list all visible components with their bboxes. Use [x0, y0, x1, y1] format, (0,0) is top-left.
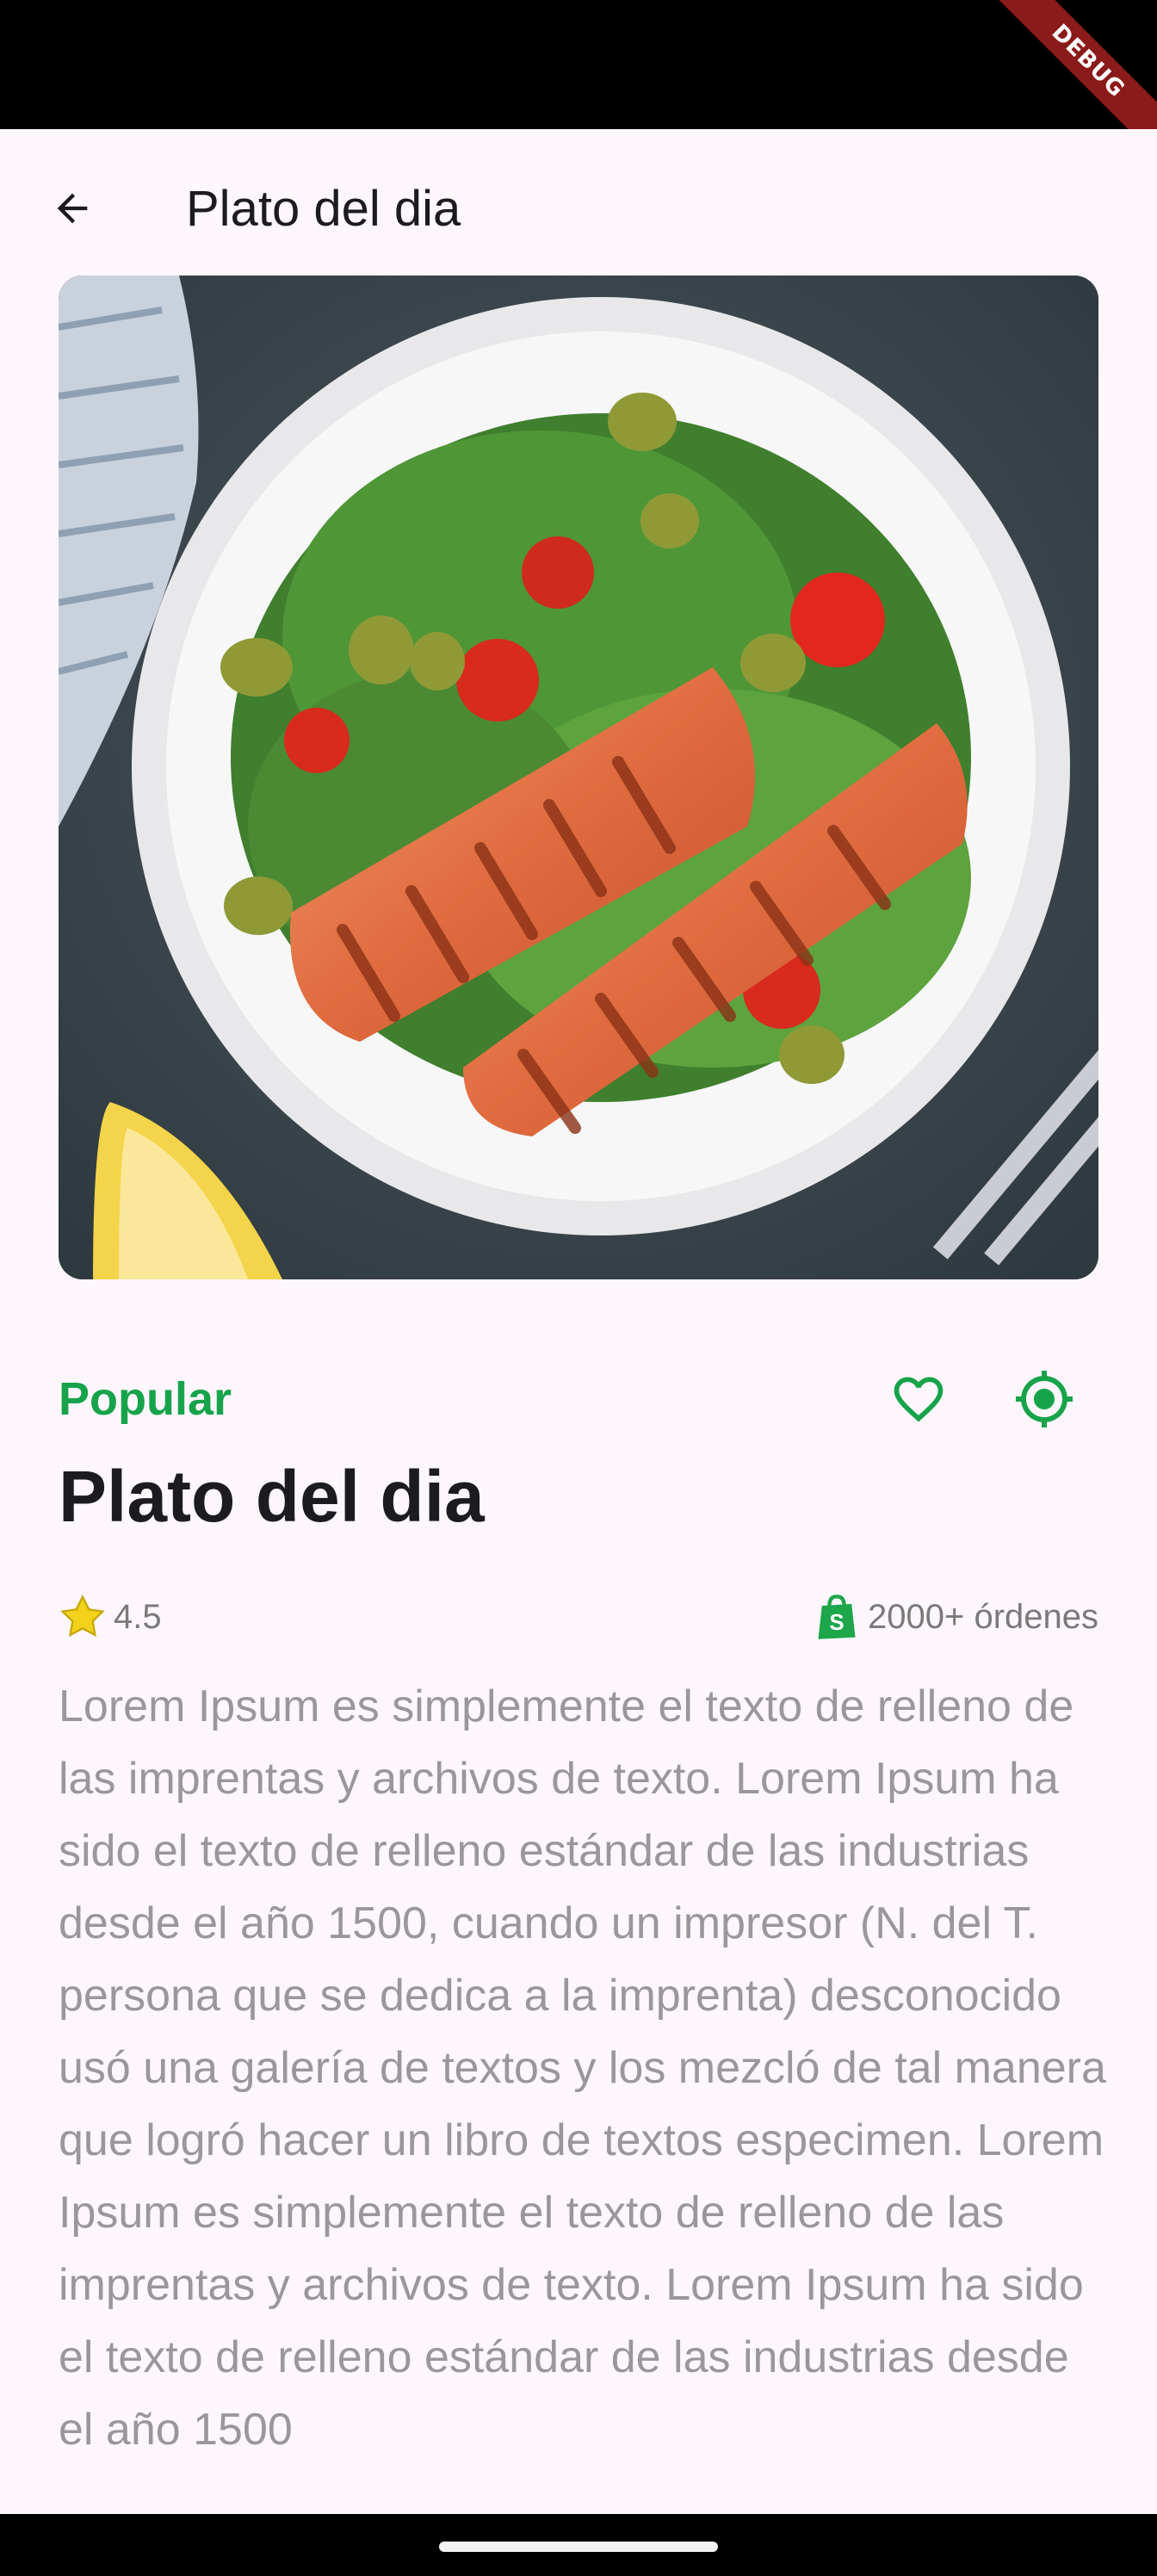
orders-label: 2000+ órdenes	[867, 1597, 1098, 1636]
status-bar: DEBUG	[0, 0, 1157, 129]
app-bar: Plato del dia	[0, 129, 1157, 274]
rating-value: 4.5	[114, 1597, 162, 1636]
debug-banner: DEBUG	[982, 0, 1157, 129]
shopify-bag-icon: S	[818, 1595, 856, 1639]
hero-image	[59, 276, 1098, 1279]
salmon-salad-illustration	[59, 276, 1098, 1279]
rating: 4.5	[59, 1593, 162, 1641]
svg-text:S: S	[829, 1611, 844, 1635]
star-icon	[60, 1595, 105, 1638]
arrow-left-icon	[57, 193, 88, 224]
orders-count: S 2000+ órdenes	[814, 1593, 1098, 1641]
location-button[interactable]	[1005, 1360, 1083, 1438]
back-button[interactable]	[38, 174, 107, 243]
meta-row: 4.5 S 2000+ órdenes	[59, 1593, 1098, 1648]
popular-tag: Popular	[59, 1373, 232, 1425]
heart-outline-icon	[894, 1377, 944, 1422]
info-row: Popular	[59, 1360, 1098, 1438]
dish-title: Plato del dia	[59, 1456, 485, 1537]
description: Lorem Ipsum es simplemente el texto de r…	[59, 1681, 1106, 2455]
favorite-button[interactable]	[880, 1360, 957, 1438]
page-title: Plato del dia	[186, 181, 461, 237]
gps-fixed-icon	[1016, 1371, 1073, 1427]
gesture-nav-handle[interactable]	[439, 2542, 718, 2552]
screen: Plato del dia Popular Plato del dia 4.5 …	[0, 129, 1157, 2514]
